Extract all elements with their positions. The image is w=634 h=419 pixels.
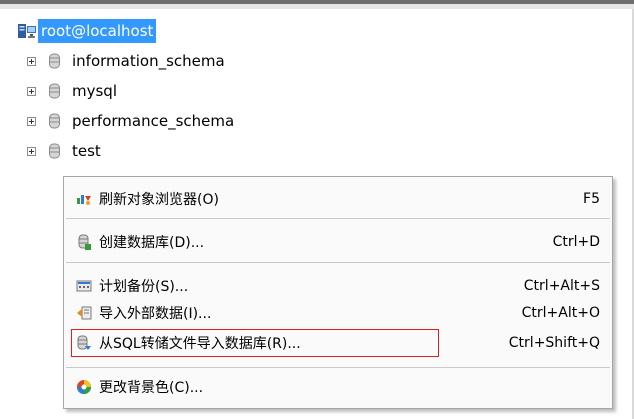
tree-node-label[interactable]: mysql [72, 82, 117, 100]
tree-node-label[interactable]: test [72, 142, 101, 160]
expand-icon[interactable] [27, 56, 36, 66]
database-icon [49, 113, 60, 129]
menu-item-label: 导入外部数据(I)... [99, 306, 212, 322]
menu-item-label: 从SQL转储文件导入数据库(R)... [99, 336, 301, 352]
database-icon [49, 143, 60, 159]
menu-item-shortcut: Ctrl+Alt+O [521, 305, 600, 321]
menu-item-shortcut: Ctrl+Shift+Q [508, 335, 600, 351]
tree-root-label[interactable]: root@localhost [38, 19, 157, 43]
menu-item-shortcut: F5 [583, 191, 600, 207]
menu-separator [66, 262, 610, 263]
menu-item-shortcut: Ctrl+Alt+S [523, 278, 600, 294]
color-wheel-icon [76, 379, 92, 395]
import-external-data-icon [76, 305, 92, 321]
context-menu: 刷新对象浏览器(O) F5 创建数据库(D)... Ctrl+D 计划备份(S)… [63, 176, 613, 409]
menu-item-label: 更改背景色(C)... [99, 380, 204, 396]
menu-item-import-external-data[interactable]: 导入外部数据(I)... Ctrl+Alt+O [64, 300, 612, 326]
refresh-icon [76, 191, 92, 207]
menu-item-label: 刷新对象浏览器(O) [99, 192, 219, 208]
menu-item-refresh-object-browser[interactable]: 刷新对象浏览器(O) F5 [64, 186, 612, 212]
menu-item-label: 创建数据库(D)... [99, 235, 205, 251]
expand-icon[interactable] [27, 86, 36, 96]
menu-item-import-from-sql-dump[interactable]: 从SQL转储文件导入数据库(R)... Ctrl+Shift+Q [64, 330, 612, 356]
tree-node-mysql[interactable]: mysql [27, 79, 117, 103]
tree-root-node[interactable]: root@localhost [18, 19, 157, 43]
menu-item-schedule-backup[interactable]: 计划备份(S)... Ctrl+Alt+S [64, 273, 612, 299]
menu-item-change-background-color[interactable]: 更改背景色(C)... [64, 374, 612, 400]
tree-node-test[interactable]: test [27, 139, 101, 163]
tree-node-label[interactable]: information_schema [72, 52, 225, 70]
database-icon [49, 83, 60, 99]
expand-icon[interactable] [27, 116, 36, 126]
tree-node-information-schema[interactable]: information_schema [27, 49, 225, 73]
create-database-icon [76, 234, 92, 250]
scheduled-backup-icon [76, 278, 92, 294]
menu-separator [66, 218, 610, 219]
menu-item-shortcut: Ctrl+D [552, 234, 600, 250]
expand-icon[interactable] [27, 146, 36, 156]
menu-item-label: 计划备份(S)... [99, 279, 189, 295]
tree-node-label[interactable]: performance_schema [72, 112, 234, 130]
import-sql-dump-icon [76, 335, 92, 351]
database-icon [49, 53, 60, 69]
menu-separator [66, 367, 610, 368]
server-computer-icon [18, 23, 36, 39]
menu-item-create-database[interactable]: 创建数据库(D)... Ctrl+D [64, 229, 612, 255]
tree-node-performance-schema[interactable]: performance_schema [27, 109, 234, 133]
top-header-strip [0, 4, 634, 9]
